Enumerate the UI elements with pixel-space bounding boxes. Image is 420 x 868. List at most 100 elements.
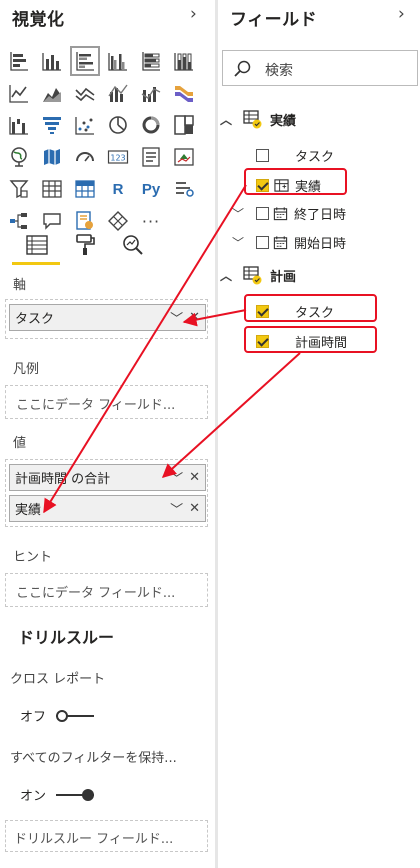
collapse-visualizations-chevron-icon[interactable]: › bbox=[190, 4, 197, 24]
fields-tab-icon[interactable] bbox=[22, 230, 52, 260]
field-label: タスク bbox=[295, 150, 335, 165]
collapse-fields-chevron-icon[interactable]: › bbox=[398, 4, 405, 24]
waterfall-icon[interactable] bbox=[6, 112, 32, 138]
line-chart-icon[interactable] bbox=[6, 80, 32, 106]
axis-chip-close-icon[interactable]: ✕ bbox=[189, 310, 200, 325]
calendar-icon bbox=[273, 236, 288, 250]
100-column-icon[interactable] bbox=[171, 48, 197, 74]
multirow-card-icon[interactable] bbox=[138, 144, 164, 170]
clustered-bar-icon[interactable] bbox=[70, 46, 100, 76]
expand-chevron-up-icon[interactable]: ︿ bbox=[220, 267, 234, 284]
filled-map-icon[interactable] bbox=[39, 144, 65, 170]
pane-tabs bbox=[12, 230, 192, 266]
100-bar-icon[interactable] bbox=[138, 48, 164, 74]
table-name: 計画 bbox=[270, 269, 297, 285]
legend-label: 凡例 bbox=[13, 362, 40, 377]
annotation-box-task bbox=[244, 294, 377, 322]
axis-chip-chevron-down-icon[interactable]: ﹀ bbox=[170, 308, 183, 327]
expand-chevron-down-icon[interactable]: ﹀ bbox=[232, 205, 252, 222]
values-chip-chevron-down-icon[interactable]: ﹀ bbox=[170, 499, 183, 518]
search-placeholder: 検索 bbox=[265, 63, 293, 79]
field-checkbox[interactable] bbox=[256, 236, 269, 249]
fields-pane: フィールド › 検索 ︿ 実績 タスク 実績 ﹀ 終了日時 ﹀ 開始日時 ︿ 計… bbox=[218, 0, 420, 868]
stacked-bar-icon[interactable] bbox=[6, 48, 32, 74]
more-icon-text: ··· bbox=[141, 211, 161, 231]
stacked-area-icon[interactable] bbox=[72, 80, 98, 106]
visualizations-pane: 視覚化 › 123 R Py ··· 軸 タスク ﹀ ✕ 凡例 ここにデータ フ… bbox=[0, 0, 215, 868]
field-item[interactable]: ﹀ 終了日時 bbox=[232, 204, 346, 223]
funnel-icon[interactable] bbox=[39, 112, 65, 138]
key-influencers-icon[interactable] bbox=[171, 176, 197, 202]
axis-field-chip[interactable]: タスク ﹀ ✕ bbox=[9, 304, 206, 331]
fields-title: フィールド bbox=[230, 10, 318, 30]
keep-filters-switch[interactable] bbox=[56, 788, 95, 802]
drillthrough-well[interactable]: ドリルスルー フィールド... bbox=[5, 820, 208, 852]
values-label: 値 bbox=[13, 436, 27, 451]
expand-chevron-down-icon[interactable]: ﹀ bbox=[232, 234, 252, 251]
line-column-icon[interactable] bbox=[105, 80, 131, 106]
map-icon[interactable] bbox=[6, 144, 32, 170]
values-chip-close-icon[interactable]: ✕ bbox=[189, 470, 200, 485]
calendar-icon bbox=[273, 207, 288, 221]
cross-report-toggle[interactable]: オフ bbox=[20, 706, 95, 725]
python-visual-icon-text: Py bbox=[141, 180, 161, 198]
table-row-keikaku[interactable]: ︿ 計画 bbox=[218, 264, 296, 286]
values-field-name: 計画時間 の合計 bbox=[15, 472, 111, 487]
clustered-column-icon[interactable] bbox=[105, 48, 131, 74]
table-row-jisseki[interactable]: ︿ 実績 bbox=[218, 108, 296, 130]
keep-filters-state: オン bbox=[20, 789, 47, 804]
cross-report-switch[interactable] bbox=[56, 709, 95, 723]
analytics-tab-icon[interactable] bbox=[118, 230, 148, 260]
pie-icon[interactable] bbox=[105, 112, 131, 138]
field-item[interactable]: タスク bbox=[256, 146, 334, 165]
annotation-box-keikaku-jikan bbox=[244, 326, 377, 353]
treemap-icon[interactable] bbox=[171, 112, 197, 138]
values-chip-chevron-down-icon[interactable]: ﹀ bbox=[170, 468, 183, 487]
legend-well[interactable]: ここにデータ フィールド... bbox=[5, 385, 208, 419]
tooltips-well[interactable]: ここにデータ フィールド... bbox=[5, 573, 208, 607]
matrix-icon[interactable] bbox=[72, 176, 98, 202]
stacked-column-icon[interactable] bbox=[39, 48, 65, 74]
r-visual-icon[interactable]: R bbox=[105, 176, 131, 202]
ribbon-chart-icon[interactable] bbox=[171, 80, 197, 106]
table-checked-icon bbox=[243, 110, 262, 129]
drillthrough-placeholder: ドリルスルー フィールド... bbox=[14, 832, 174, 847]
axis-field-name: タスク bbox=[15, 312, 55, 327]
field-label: 終了日時 bbox=[294, 208, 347, 223]
table-name: 実績 bbox=[270, 113, 297, 129]
annotation-box-jisseki bbox=[244, 168, 347, 195]
values-well[interactable]: 計画時間 の合計 ﹀ ✕ 実績 ﹀ ✕ bbox=[5, 459, 208, 527]
field-checkbox[interactable] bbox=[256, 149, 269, 162]
visual-gallery: 123 R Py ··· bbox=[6, 46, 206, 240]
donut-icon[interactable] bbox=[138, 112, 164, 138]
values-field-chip[interactable]: 実績 ﹀ ✕ bbox=[9, 495, 206, 522]
legend-placeholder: ここにデータ フィールド... bbox=[16, 398, 176, 413]
cross-report-state: オフ bbox=[20, 710, 47, 725]
axis-well[interactable]: タスク ﹀ ✕ bbox=[5, 299, 208, 339]
fields-search-box[interactable]: 検索 bbox=[222, 50, 418, 86]
area-chart-icon[interactable] bbox=[39, 80, 65, 106]
field-checkbox[interactable] bbox=[256, 207, 269, 220]
kpi-icon[interactable] bbox=[171, 144, 197, 170]
search-icon bbox=[234, 60, 251, 77]
r-visual-icon-text: R bbox=[112, 180, 124, 198]
tooltips-placeholder: ここにデータ フィールド... bbox=[16, 586, 176, 601]
values-field-chip[interactable]: 計画時間 の合計 ﹀ ✕ bbox=[9, 464, 206, 491]
active-tab-indicator bbox=[12, 262, 60, 265]
field-item[interactable]: ﹀ 開始日時 bbox=[232, 233, 346, 252]
drillthrough-title: ドリルスルー bbox=[18, 628, 115, 647]
gauge-icon[interactable] bbox=[72, 144, 98, 170]
keep-filters-toggle[interactable]: オン bbox=[20, 785, 95, 804]
values-field-name: 実績 bbox=[15, 503, 42, 518]
scatter-icon[interactable] bbox=[72, 112, 98, 138]
table-icon[interactable] bbox=[39, 176, 65, 202]
card-icon[interactable]: 123 bbox=[105, 144, 131, 170]
format-tab-icon[interactable] bbox=[70, 230, 100, 260]
python-visual-icon[interactable]: Py bbox=[138, 176, 164, 202]
line-column-2-icon[interactable] bbox=[138, 80, 164, 106]
slicer-icon[interactable] bbox=[6, 176, 32, 202]
values-chip-close-icon[interactable]: ✕ bbox=[189, 501, 200, 516]
expand-chevron-up-icon[interactable]: ︿ bbox=[220, 111, 234, 128]
axis-label: 軸 bbox=[13, 278, 27, 293]
card-icon-text: 123 bbox=[110, 154, 125, 163]
